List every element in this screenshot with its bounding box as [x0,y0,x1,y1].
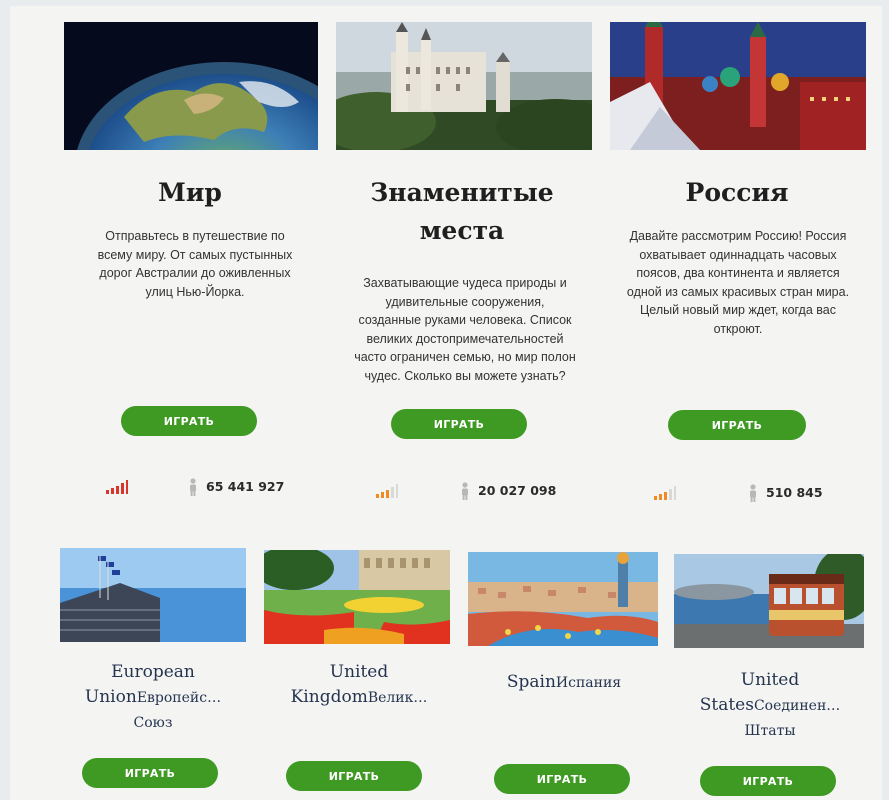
play-button[interactable]: ИГРАТЬ [82,758,218,788]
title-english: Union [84,687,137,707]
person-icon [462,482,468,500]
usa-cablecar-image[interactable] [674,554,864,648]
game-card-world: Мир Отправьтесь в путешествие по всему м… [60,22,320,502]
game-card-united-states: United StatesСоединен… Штаты ИГРАТЬ [672,548,868,796]
title-russian: Европейс… [136,690,222,706]
game-card-famous-places: Знаменитые места Захватывающие чудеса пр… [332,22,592,502]
play-button[interactable]: ИГРАТЬ [494,764,630,794]
title-english-line1: United [740,670,800,690]
game-card-european-union: European UnionЕвропейс… Союз ИГРАТЬ [56,548,250,793]
card-title: European UnionЕвропейс… Союз [56,660,250,736]
player-count: 510 845 [766,485,823,500]
card-title: SpainИспания [466,670,662,696]
spain-park-image[interactable] [468,552,658,646]
difficulty-signal-icon [654,486,676,500]
card-stats: 65 441 927 [106,478,306,498]
game-card-russia: Россия Давайте рассмотрим Россию! Россия… [606,22,868,502]
title-english-line1: United [329,662,389,682]
castle-image[interactable] [336,22,592,150]
difficulty-signal-icon [106,480,128,494]
play-button[interactable]: ИГРАТЬ [668,410,806,440]
title-russian: Испания [555,675,622,691]
card-stats: 510 845 [654,484,854,504]
play-button[interactable]: ИГРАТЬ [391,409,527,439]
card-description: Давайте рассмотрим Россию! Россия охваты… [626,229,850,336]
play-button[interactable]: ИГРАТЬ [121,406,257,436]
game-card-united-kingdom: United KingdomВелик… ИГРАТЬ [262,548,456,793]
player-count: 20 027 098 [478,483,557,498]
earth-image[interactable] [64,22,318,150]
card-title: Знаменитые места [370,178,554,245]
card-title: Мир [158,178,222,207]
card-title: Россия [685,178,789,207]
difficulty-signal-icon [376,484,398,498]
title-russian-line2: Штаты [744,723,796,739]
play-button[interactable]: ИГРАТЬ [286,761,422,791]
play-button[interactable]: ИГРАТЬ [700,766,836,796]
title-english: Spain [506,672,556,692]
title-english: States [699,695,754,715]
eu-building-image[interactable] [60,548,246,642]
kremlin-image[interactable] [610,22,866,150]
title-russian-line2: Союз [133,715,173,731]
player-count: 65 441 927 [206,479,285,494]
card-title: United StatesСоединен… Штаты [672,668,868,744]
uk-garden-image[interactable] [264,550,450,644]
card-description: Отправьтесь в путешествие по всему миру.… [97,229,293,299]
game-catalog-screen: Мир Отправьтесь в путешествие по всему м… [10,6,882,800]
card-title: United KingdomВелик… [262,660,456,711]
person-icon [190,478,196,496]
title-russian: Велик… [367,690,428,706]
game-card-spain: SpainИспания ИГРАТЬ [466,548,662,794]
card-stats: 20 027 098 [376,482,576,502]
card-description: Захватывающие чудеса природы и удивитель… [354,276,576,383]
title-english-line1: European [111,662,195,682]
person-icon [750,484,756,502]
title-russian: Соединен… [753,698,841,714]
title-english: Kingdom [290,687,368,707]
